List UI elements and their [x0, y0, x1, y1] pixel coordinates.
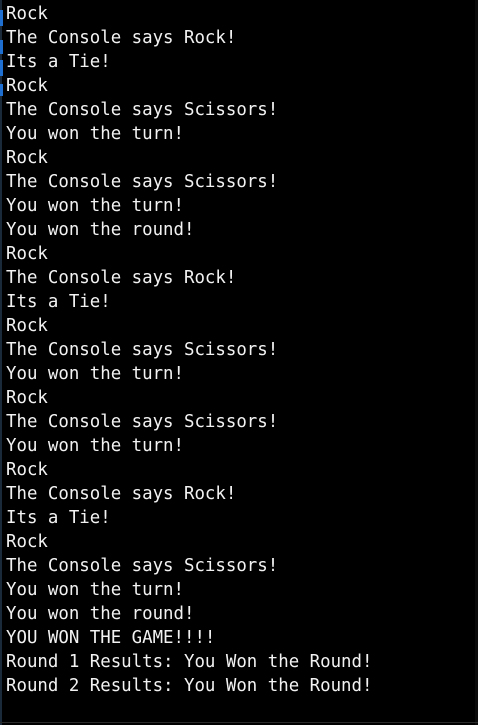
console-window[interactable]: Rock The Console says Rock! Its a Tie! R… [0, 0, 478, 725]
console-line: The Console says Rock! [6, 484, 237, 504]
console-line: You won the turn! [6, 196, 184, 216]
console-line: YOU WON THE GAME!!!! [6, 628, 216, 648]
console-line: The Console says Rock! [6, 28, 237, 48]
console-line: Rock [6, 316, 48, 336]
edge-marker [0, 40, 3, 54]
console-line: The Console says Scissors! [6, 556, 279, 576]
console-line: Rock [6, 76, 48, 96]
console-line: The Console says Rock! [6, 268, 237, 288]
console-line: You won the round! [6, 604, 195, 624]
console-line: Round 2 Results: You Won the Round! [6, 676, 373, 696]
console-line: Its a Tie! [6, 292, 111, 312]
console-line: Its a Tie! [6, 52, 111, 72]
window-left-edge [0, 0, 3, 725]
console-output: Rock The Console says Rock! Its a Tie! R… [6, 2, 372, 698]
console-line: Rock [6, 460, 48, 480]
console-line: Rock [6, 244, 48, 264]
console-line: Rock [6, 388, 48, 408]
console-line: You won the round! [6, 220, 195, 240]
edge-marker [0, 60, 3, 76]
console-line: You won the turn! [6, 124, 184, 144]
console-line: You won the turn! [6, 364, 184, 384]
console-line: Its a Tie! [6, 508, 111, 528]
console-line: You won the turn! [6, 436, 184, 456]
console-line: The Console says Scissors! [6, 172, 279, 192]
console-line: The Console says Scissors! [6, 412, 279, 432]
console-line: The Console says Scissors! [6, 340, 279, 360]
console-line: Rock [6, 532, 48, 552]
console-line: Rock [6, 4, 48, 24]
console-line: The Console says Scissors! [6, 100, 279, 120]
console-line: Rock [6, 148, 48, 168]
edge-marker [0, 10, 3, 26]
edge-marker [0, 84, 3, 96]
console-line: You won the turn! [6, 580, 184, 600]
window-bottom-border [0, 722, 478, 723]
console-line: Round 1 Results: You Won the Round! [6, 652, 373, 672]
